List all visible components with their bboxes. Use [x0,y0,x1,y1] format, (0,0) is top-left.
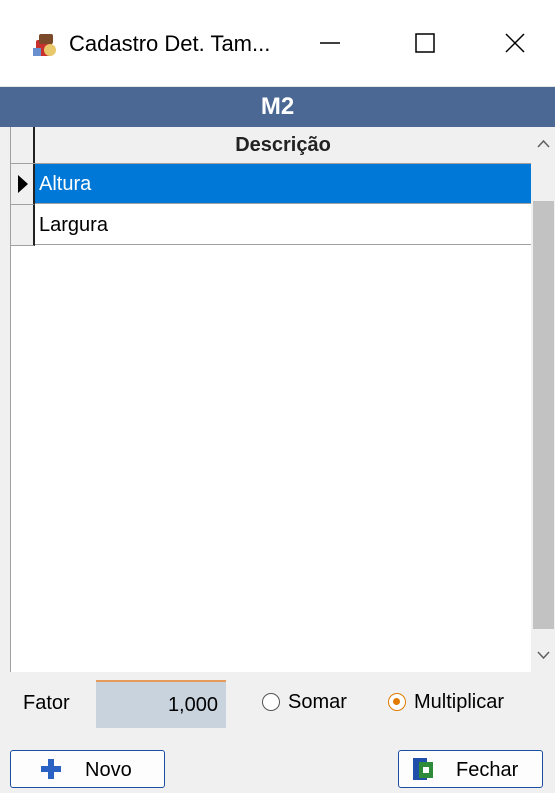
minimize-icon [320,42,340,44]
table-cell[interactable]: Largura [35,205,531,245]
novo-button[interactable]: Novo [10,750,165,788]
table-cell[interactable]: Altura [35,164,531,204]
scroll-thumb[interactable] [533,201,554,629]
row-indicator-header [11,127,35,163]
scroll-down-button[interactable] [531,638,555,672]
novo-button-label: Novo [85,759,132,781]
close-button[interactable] [485,20,545,66]
header-title: M2 [0,87,555,127]
row-indicator[interactable] [11,205,35,246]
plus-icon [41,759,61,779]
radio-multiplicar-indicator[interactable] [388,693,406,711]
radio-somar-label[interactable]: Somar [288,691,347,714]
column-header-descricao[interactable]: Descrição [35,127,531,163]
row-indicator[interactable] [11,164,35,205]
close-icon [505,33,525,53]
radio-somar-indicator[interactable] [262,693,280,711]
window-title: Cadastro Det. Tam... [69,31,271,56]
fator-label: Fator [23,692,70,714]
app-icon [30,30,60,60]
table-row[interactable]: Largura [11,205,531,246]
grid-header: Descrição [11,127,531,164]
scroll-up-button[interactable] [531,127,555,161]
radio-multiplicar-label[interactable]: Multiplicar [414,691,504,714]
maximize-button[interactable] [395,20,455,66]
fechar-button-label: Fechar [456,759,519,781]
chevron-up-icon [537,139,550,148]
title-bar: Cadastro Det. Tam... [0,0,555,87]
exit-door-icon [413,758,433,780]
current-row-arrow-icon [18,175,28,193]
chevron-down-icon [537,651,550,660]
fator-input[interactable]: 1,000 [96,680,226,728]
data-grid[interactable]: Descrição Altura Largura [10,127,555,672]
minimize-button[interactable] [300,20,360,66]
maximize-icon [415,33,435,53]
vertical-scrollbar[interactable] [531,127,555,672]
fechar-button[interactable]: Fechar [398,750,543,788]
table-row[interactable]: Altura [11,164,531,205]
